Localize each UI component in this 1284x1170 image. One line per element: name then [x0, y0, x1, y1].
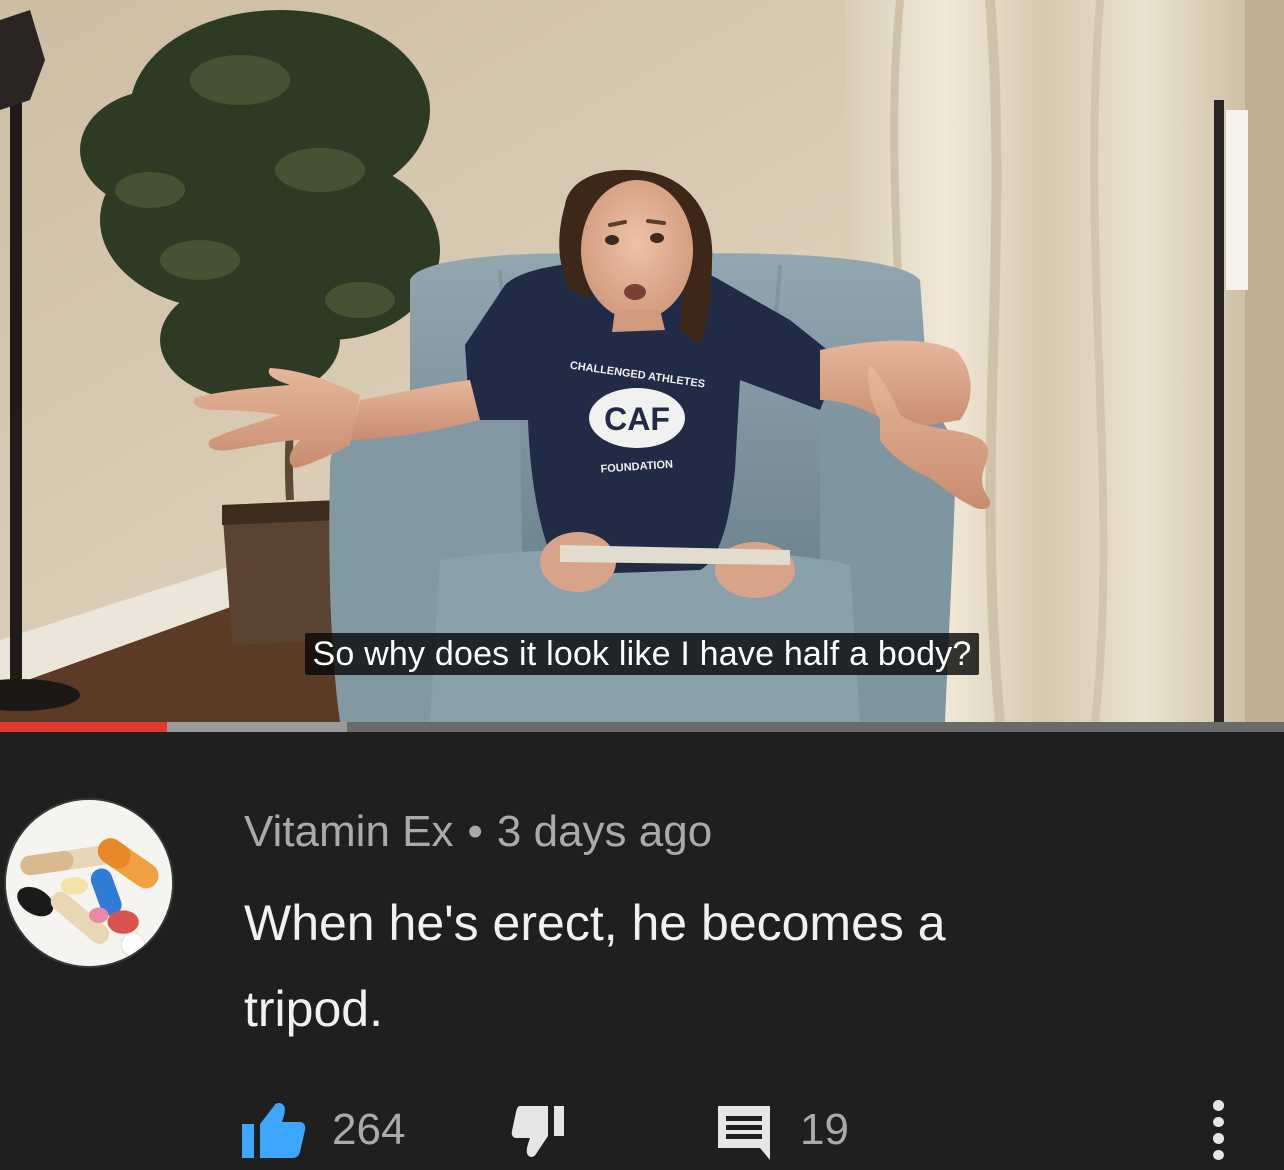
video-player[interactable]: CAF CHALLENGED ATHLETES FOUNDATION So wh…: [0, 0, 1284, 722]
comment-icon: [718, 1106, 770, 1160]
comment-text: When he's erect, he becomes a tripod.: [244, 880, 1144, 1052]
more-vertical-icon[interactable]: [1206, 1100, 1230, 1160]
commenter-avatar[interactable]: [4, 798, 174, 968]
like-button[interactable]: 264: [240, 1100, 405, 1160]
comment-actions: 264 19: [240, 1100, 1280, 1160]
comment-author[interactable]: Vitamin Ex: [244, 807, 454, 856]
comment-card: Vitamin Ex • 3 days ago When he's erect, h…: [0, 732, 1284, 1170]
meta-separator: •: [467, 807, 483, 856]
shirt-logo-center: CAF: [604, 401, 670, 437]
like-count: 264: [332, 1105, 406, 1154]
comment-timestamp[interactable]: 3 days ago: [497, 807, 712, 856]
thumbs-down-icon: [511, 1106, 564, 1157]
pills-avatar-icon: [6, 800, 172, 966]
video-buffer-bar: [167, 722, 347, 732]
comment-meta: Vitamin Ex • 3 days ago: [244, 804, 712, 860]
screenshot: CAF CHALLENGED ATHLETES FOUNDATION So wh…: [0, 0, 1284, 1170]
comment-text-line-2: tripod.: [244, 981, 383, 1037]
video-progress-fill: [0, 722, 167, 732]
comment-text-line-1: When he's erect, he becomes a: [244, 895, 946, 951]
thumbs-up-icon: [242, 1103, 306, 1158]
video-progress-bar[interactable]: [0, 722, 1284, 732]
dislike-button[interactable]: [510, 1100, 576, 1160]
video-frame: CAF CHALLENGED ATHLETES FOUNDATION: [0, 0, 1284, 722]
reply-count: 19: [800, 1105, 849, 1154]
reply-button[interactable]: 19: [714, 1100, 849, 1160]
